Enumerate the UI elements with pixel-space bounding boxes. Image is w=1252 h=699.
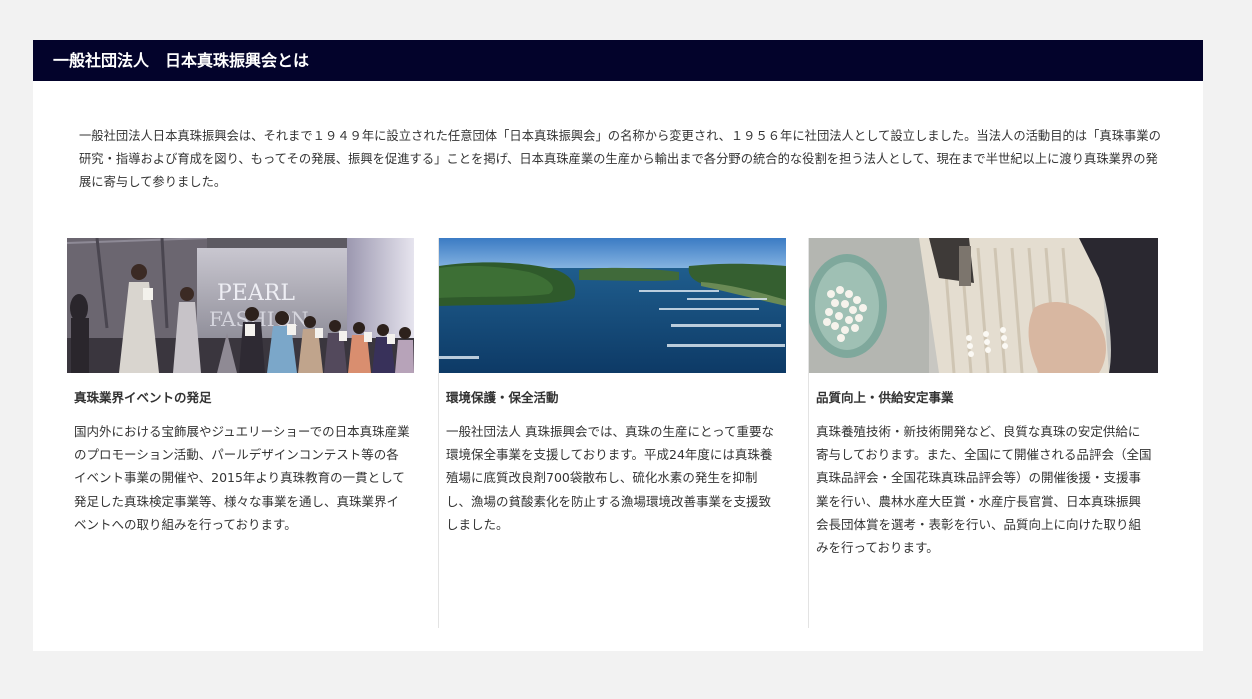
pearl-grading-photo [809,238,1158,373]
quality-title: 品質向上・供給安定事業 [816,390,954,405]
about-panel: 一般社団法人 日本真珠振興会とは 一般社団法人日本真珠振興会は、それまで１９４９… [33,40,1203,651]
intro-paragraph: 一般社団法人日本真珠振興会は、それまで１９４９年に設立された任意団体「日本真珠振… [79,129,1161,189]
column-events: PEARL FASHION 真珠業界イベントの発足 国内外における宝飾展やジュエ… [67,238,427,628]
environment-title: 環境保護・保全活動 [446,390,559,405]
fashion-show-photo: PEARL FASHION [67,238,414,373]
events-title: 真珠業界イベントの発足 [74,390,212,405]
pearl-farm-bay-photo [439,238,786,373]
events-description: 国内外における宝飾展やジュエリーショーでの日本真珠産業のプロモーション活動、パー… [74,424,410,532]
environment-description: 一般社団法人 真珠振興会では、真珠の生産にとって重要な環境保全事業を支援しており… [446,424,774,532]
column-environment: 環境保護・保全活動 一般社団法人 真珠振興会では、真珠の生産にとって重要な環境保… [438,238,799,628]
section-header: 一般社団法人 日本真珠振興会とは [33,40,1203,81]
column-quality: 品質向上・供給安定事業 真珠養殖技術・新技術開発など、良質な真珠の安定供給に寄与… [808,238,1169,628]
quality-description: 真珠養殖技術・新技術開発など、良質な真珠の安定供給に寄与しております。また、全国… [816,424,1152,556]
stage-sign-text: PEARL [217,281,295,306]
